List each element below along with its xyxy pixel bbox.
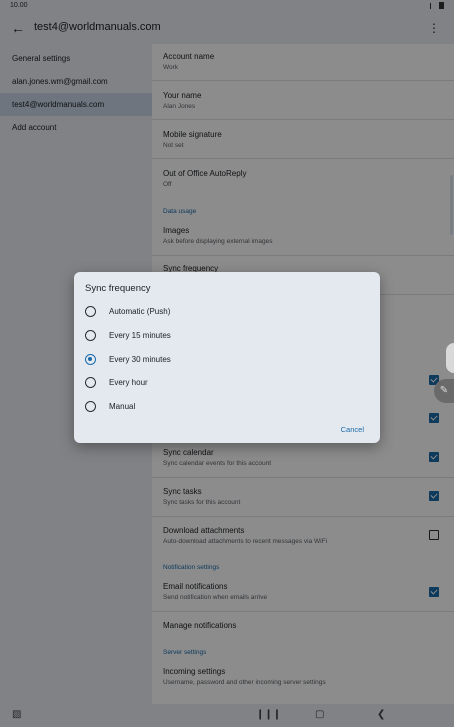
option-label: Every 30 minutes (109, 355, 171, 364)
radio-button[interactable] (85, 401, 96, 412)
option-label: Manual (109, 402, 136, 411)
radio-button[interactable] (85, 330, 96, 341)
compose-button[interactable]: ✎ (434, 379, 454, 403)
cancel-button[interactable]: Cancel (341, 425, 364, 434)
radio-button-selected[interactable] (85, 354, 96, 365)
radio-button[interactable] (85, 377, 96, 388)
radio-button[interactable] (85, 306, 96, 317)
dialog-title: Sync frequency (85, 283, 151, 294)
option-label: Every hour (109, 378, 148, 387)
option-label: Automatic (Push) (109, 307, 171, 316)
scrollbar[interactable] (450, 175, 453, 235)
option-automatic-push[interactable]: Automatic (Push) (85, 302, 365, 322)
option-every-30-minutes[interactable]: Every 30 minutes (85, 350, 365, 370)
option-every-hour[interactable]: Every hour (85, 373, 365, 393)
option-every-15-minutes[interactable]: Every 15 minutes (85, 326, 365, 346)
option-manual[interactable]: Manual (85, 397, 365, 417)
option-label: Every 15 minutes (109, 331, 171, 340)
sync-frequency-dialog: Sync frequency Automatic (Push) Every 15… (74, 272, 380, 443)
edge-panel-handle[interactable] (446, 343, 454, 373)
pencil-icon: ✎ (439, 385, 449, 396)
